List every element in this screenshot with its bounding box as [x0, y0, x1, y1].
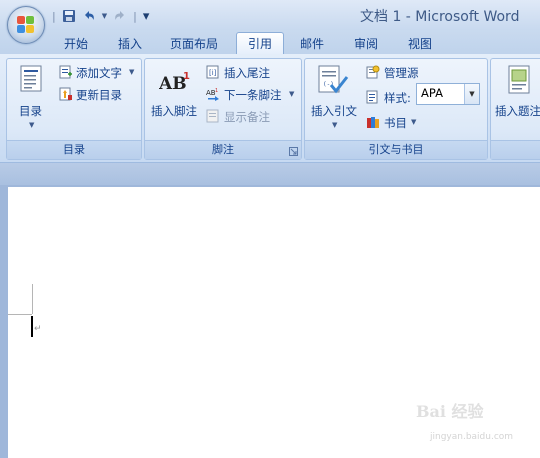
show-notes-icon [206, 109, 219, 123]
insert-citation-dropdown-icon[interactable]: ▼ [332, 121, 337, 129]
captions-group-label [491, 140, 540, 159]
svg-text:[i]: [i] [209, 69, 217, 77]
undo-dropdown-icon[interactable]: ▼ [102, 12, 107, 20]
ribbon: 目录 ▼ 添加文字 ▼ 更新目录 目录 AB 1 插入脚注 [i] 插入尾注 A… [0, 54, 540, 163]
toc-group-label: 目录 [7, 140, 141, 159]
dialog-launcher-icon[interactable] [289, 147, 298, 156]
next-footnote-dropdown-icon[interactable]: ▼ [289, 90, 294, 98]
tab-view[interactable]: 视图 [400, 34, 440, 54]
show-notes-button: 显示备注 [224, 110, 270, 124]
watermark-url: jingyan.baidu.com [430, 432, 514, 442]
ribbon-tab-bar: 开始 插入 页面布局 引用 邮件 审阅 视图 [0, 30, 540, 55]
customize-qat-icon[interactable]: ▾ [143, 9, 150, 24]
add-text-dropdown-icon[interactable]: ▼ [129, 68, 134, 76]
insert-caption-button[interactable]: 插入题注 [495, 103, 540, 119]
margin-mark-vertical [32, 284, 33, 314]
margin-mark-horizontal [8, 314, 32, 315]
update-toc-button[interactable]: 更新目录 [76, 87, 122, 103]
bibliography-dropdown-icon[interactable]: ▼ [411, 118, 416, 126]
undo-icon[interactable] [82, 9, 96, 23]
office-logo-icon [17, 16, 35, 34]
text-cursor [31, 316, 33, 337]
watermark-logo: Bai 经验 [416, 402, 484, 421]
save-icon[interactable] [62, 9, 76, 23]
tab-mailings[interactable]: 邮件 [292, 34, 332, 54]
svg-text:1: 1 [183, 71, 190, 82]
footnotes-group-label: 脚注 [145, 140, 301, 159]
toc-group: 目录 ▼ 添加文字 ▼ 更新目录 目录 [6, 58, 142, 160]
insert-endnote-icon: [i] [206, 65, 219, 79]
office-button[interactable] [7, 6, 45, 44]
redo-icon[interactable] [113, 9, 127, 23]
tab-insert[interactable]: 插入 [110, 34, 150, 54]
toc-button[interactable]: 目录 [19, 103, 42, 119]
svg-text:1: 1 [215, 88, 218, 94]
ruler-strip [0, 163, 540, 185]
citations-group: (-) 插入引文 ▼ 管理源 样式: 书目 ▼ 引文与书目 [304, 58, 488, 160]
add-text-button[interactable]: 添加文字 [76, 65, 122, 81]
bibliography-icon [367, 117, 379, 128]
insert-endnote-button[interactable]: 插入尾注 [224, 65, 270, 81]
insert-citation-icon: (-) [318, 65, 349, 94]
paragraph-mark-icon: ↵ [34, 324, 42, 334]
next-footnote-button[interactable]: 下一条脚注 [224, 87, 282, 103]
chevron-down-icon[interactable]: ▼ [464, 84, 479, 104]
tab-page-layout[interactable]: 页面布局 [164, 34, 224, 54]
next-footnote-icon: AB 1 [206, 88, 219, 101]
style-icon [366, 90, 378, 104]
toc-dropdown-icon[interactable]: ▼ [29, 121, 34, 129]
tab-references[interactable]: 引用 [236, 32, 284, 55]
tab-review[interactable]: 审阅 [346, 34, 386, 54]
captions-group: 插入题注 [490, 58, 540, 160]
tab-home[interactable]: 开始 [56, 34, 96, 54]
footnotes-group: AB 1 插入脚注 [i] 插入尾注 AB 1 下一条脚注 ▼ 显示备注 脚注 [144, 58, 302, 160]
manage-sources-icon [366, 65, 380, 79]
insert-caption-icon [508, 65, 530, 94]
insert-footnote-button[interactable]: 插入脚注 [151, 103, 197, 119]
bibliography-button[interactable]: 书目 [384, 115, 407, 131]
manage-sources-button[interactable]: 管理源 [384, 65, 419, 81]
citations-group-label: 引文与书目 [305, 140, 487, 159]
insert-footnote-icon: AB 1 [159, 71, 190, 93]
table-of-contents-icon [20, 65, 42, 92]
citation-style-select[interactable]: APA ▼ [416, 83, 480, 105]
add-text-icon [59, 65, 72, 79]
style-label: 样式: [384, 91, 411, 105]
update-toc-icon [59, 87, 72, 101]
citation-style-value: APA [421, 86, 443, 100]
insert-citation-button[interactable]: 插入引文 [311, 103, 357, 119]
quick-access-toolbar: | ▼ | ▾ [52, 8, 150, 24]
window-title: 文档 1 - Microsoft Word [360, 9, 520, 25]
